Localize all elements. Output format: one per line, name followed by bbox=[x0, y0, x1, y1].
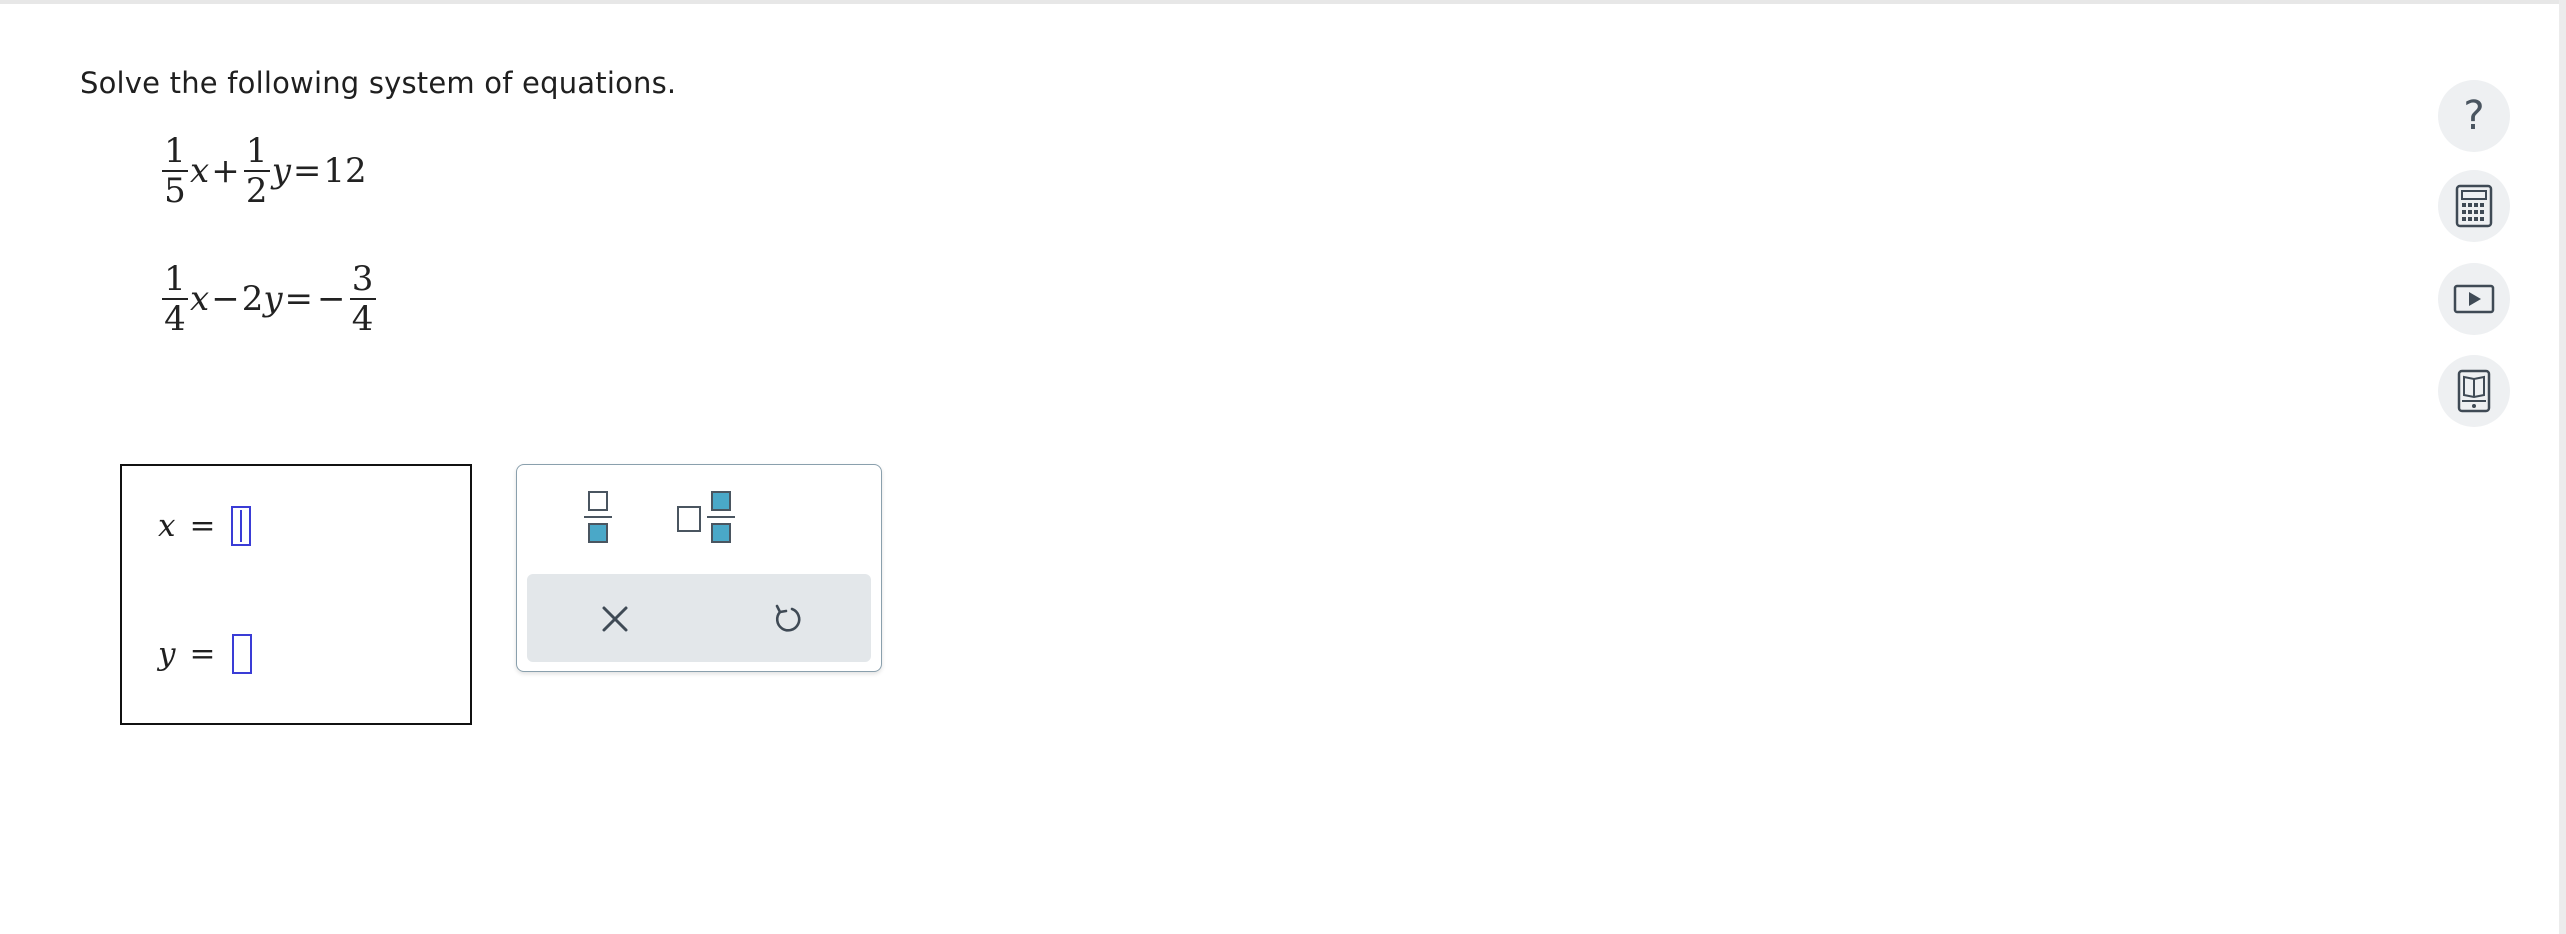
variable-x: x bbox=[190, 279, 210, 319]
clear-button[interactable] bbox=[585, 594, 645, 644]
undo-button[interactable] bbox=[757, 594, 817, 644]
math-palette bbox=[516, 464, 882, 672]
close-icon bbox=[602, 606, 628, 632]
fraction-1-5: 1 5 bbox=[162, 132, 188, 210]
numerator: 1 bbox=[245, 131, 268, 171]
denominator: 4 bbox=[164, 299, 186, 339]
answer-row-y: y = bbox=[158, 634, 252, 674]
equals-sign: = bbox=[292, 151, 322, 191]
variable-x: x bbox=[190, 151, 210, 191]
operator-minus: − bbox=[211, 279, 240, 319]
textbook-button[interactable] bbox=[2438, 355, 2510, 427]
fraction-1-2: 1 2 bbox=[243, 131, 270, 211]
y-answer-input[interactable] bbox=[231, 634, 252, 674]
calculator-icon bbox=[2455, 184, 2493, 228]
video-button[interactable] bbox=[2438, 263, 2510, 335]
question-prompt: Solve the following system of equations. bbox=[80, 66, 677, 100]
help-icon: ? bbox=[2463, 93, 2485, 139]
help-button[interactable]: ? bbox=[2438, 80, 2510, 152]
equation-1: 1 5 x + 1 2 y = 12 bbox=[160, 132, 367, 210]
equals-sign: = bbox=[189, 508, 216, 544]
top-rule bbox=[0, 0, 2566, 4]
palette-actions bbox=[527, 574, 871, 662]
equals-sign: = bbox=[189, 636, 216, 672]
answer-box: x = y = bbox=[120, 464, 472, 725]
calculator-button[interactable] bbox=[2438, 170, 2510, 242]
rhs-value: 12 bbox=[323, 151, 367, 191]
answer-row-x: x = bbox=[158, 506, 252, 546]
fraction-button[interactable] bbox=[561, 489, 635, 545]
answer-label-y: y bbox=[158, 636, 176, 672]
video-icon bbox=[2453, 284, 2495, 314]
mixed-number-button[interactable] bbox=[657, 489, 757, 545]
denominator: 5 bbox=[164, 171, 186, 211]
denominator: 2 bbox=[245, 171, 268, 211]
fraction-1-4: 1 4 bbox=[162, 260, 188, 338]
fraction-3-4: 3 4 bbox=[349, 259, 376, 339]
denominator: 4 bbox=[351, 299, 374, 339]
answer-label-x: x bbox=[158, 508, 176, 544]
numerator: 1 bbox=[164, 259, 186, 299]
numerator: 1 bbox=[164, 131, 186, 171]
negative-sign: − bbox=[317, 279, 346, 319]
textbook-icon bbox=[2457, 369, 2491, 413]
variable-y: y bbox=[271, 151, 291, 191]
scrollbar[interactable] bbox=[2559, 0, 2566, 934]
operator-plus: + bbox=[211, 151, 240, 191]
x-answer-input[interactable] bbox=[231, 506, 252, 546]
equation-2: 1 4 x − 2 y = − 3 4 bbox=[160, 260, 378, 338]
equals-sign: = bbox=[284, 279, 314, 319]
undo-icon bbox=[775, 604, 801, 632]
coefficient: 2 bbox=[241, 279, 264, 319]
fraction-icon bbox=[584, 491, 612, 543]
variable-y: y bbox=[263, 279, 283, 319]
numerator: 3 bbox=[351, 259, 374, 299]
mixed-number-icon bbox=[677, 491, 735, 543]
